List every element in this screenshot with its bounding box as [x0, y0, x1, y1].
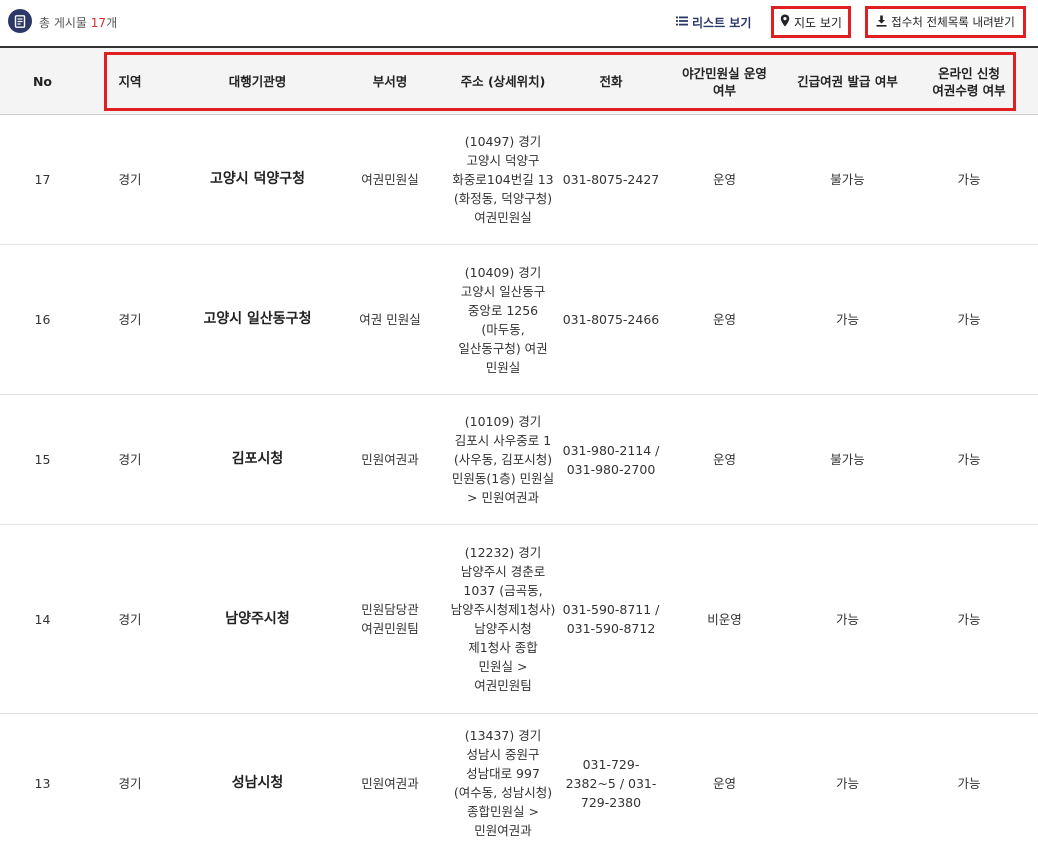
row-address-text: (12232) 경기 남양주시 경춘로 1037 (금곡동, 남양주시청제1청사…: [450, 545, 556, 693]
download-icon: [876, 15, 887, 30]
document-icon: [8, 9, 32, 33]
post-count-prefix: 총 게시물: [39, 16, 91, 30]
row-emergency: 가능: [835, 611, 859, 627]
row-address-text: (13437) 경기 성남시 중원구 성남대로 997 (여수동, 성남시청) …: [453, 728, 553, 838]
row-night: 운영: [712, 775, 736, 791]
row-no: 17: [34, 172, 51, 187]
row-no: 13: [34, 775, 51, 791]
table-row[interactable]: 14 경기 남양주시청 민원담당관 여권민원팀 (12232) 경기 남양주시 …: [0, 525, 1038, 714]
row-phone-text: 031-590-8711 / 031-590-8712: [562, 602, 660, 636]
row-phone: 031-590-8711 / 031-590-8712: [562, 525, 660, 713]
header-online-label: 온라인 신청 여권수령 여부: [932, 65, 1006, 98]
map-view-button[interactable]: 지도 보기: [771, 6, 851, 38]
row-phone: 031-8075-2466: [562, 245, 660, 394]
row-phone-text: 031-8075-2466: [562, 312, 660, 327]
row-phone-text: 031-980-2114 / 031-980-2700: [562, 442, 660, 477]
download-list-label: 접수처 전체목록 내려받기: [891, 15, 1015, 29]
header-dept: 부서명: [372, 74, 408, 89]
row-online: 가능: [957, 775, 981, 791]
row-region: 경기: [118, 611, 142, 627]
row-address: (10497) 경기 고양시 덕양구 화중로104번길 13 (화정동, 덕양구…: [440, 115, 566, 244]
row-night: 비운영: [707, 611, 742, 627]
row-dept-text: 민원여권과: [361, 775, 419, 791]
table-row[interactable]: 16 경기 고양시 일산동구청 여권 민원실 (10409) 경기 고양시 일산…: [0, 245, 1038, 395]
header-address: 주소 (상세위치): [460, 74, 546, 89]
table-row[interactable]: 17 경기 고양시 덕양구청 여권민원실 (10497) 경기 고양시 덕양구 …: [0, 115, 1038, 245]
table-header: No 지역 대행기관명 부서명 주소 (상세위치) 전화 야간민원실 운영 여부…: [0, 46, 1038, 115]
row-night: 운영: [712, 312, 736, 327]
row-region: 경기: [118, 172, 142, 187]
row-emergency: 불가능: [830, 172, 865, 187]
row-dept: 민원여권과: [340, 395, 440, 524]
row-agency: 고양시 일산동구청: [203, 311, 312, 327]
list-view-label: 리스트 보기: [692, 15, 752, 30]
row-address: (10109) 경기 김포시 사우중로 1 (사우동, 김포시청) 민원동(1층…: [440, 395, 566, 524]
row-online: 가능: [957, 452, 981, 467]
map-view-label: 지도 보기: [794, 15, 842, 30]
row-address: (13437) 경기 성남시 중원구 성남대로 997 (여수동, 성남시청) …: [440, 714, 566, 852]
row-online: 가능: [957, 312, 981, 327]
row-agency: 고양시 덕양구청: [209, 171, 306, 187]
row-phone: 031-729- 2382~5 / 031- 729-2380: [562, 714, 660, 852]
row-address: (12232) 경기 남양주시 경춘로 1037 (금곡동, 남양주시청제1청사…: [440, 525, 566, 713]
header-no: No: [32, 74, 53, 89]
row-dept-text: 여권 민원실: [359, 312, 421, 327]
row-dept: 여권 민원실: [340, 245, 440, 394]
row-online: 가능: [957, 172, 981, 187]
row-region: 경기: [118, 312, 142, 327]
row-agency: 성남시청: [231, 774, 284, 791]
list-view-button[interactable]: 리스트 보기: [676, 12, 751, 32]
row-address-text: (10409) 경기 고양시 일산동구 중앙로 1256 (마두동, 일산동구청…: [458, 264, 548, 375]
row-no: 14: [34, 611, 51, 627]
row-dept: 여권민원실: [340, 115, 440, 244]
header-night: 야간민원실 운영 여부: [662, 48, 787, 115]
header-emergency: 긴급여권 발급 여부: [797, 74, 898, 89]
header-region: 지역: [118, 74, 142, 89]
row-phone-text: 031-8075-2427: [562, 172, 660, 187]
row-emergency: 가능: [835, 312, 859, 327]
row-night: 운영: [712, 452, 736, 467]
row-agency: 남양주시청: [225, 610, 290, 627]
row-emergency: 불가능: [830, 452, 865, 467]
row-dept: 민원여권과: [340, 714, 440, 852]
row-phone-text: 031-729- 2382~5 / 031- 729-2380: [565, 756, 657, 810]
header-agency: 대행기관명: [228, 74, 287, 89]
row-emergency: 가능: [835, 775, 859, 791]
row-address: (10409) 경기 고양시 일산동구 중앙로 1256 (마두동, 일산동구청…: [440, 245, 566, 394]
row-online: 가능: [957, 611, 981, 627]
row-dept-text: 민원담당관 여권민원팀: [361, 602, 419, 636]
row-night: 운영: [712, 172, 736, 187]
row-dept-text: 여권민원실: [361, 172, 419, 187]
header-phone: 전화: [599, 74, 623, 89]
row-address-text: (10109) 경기 김포시 사우중로 1 (사우동, 김포시청) 민원동(1층…: [451, 414, 555, 505]
table-row[interactable]: 15 경기 김포시청 민원여권과 (10109) 경기 김포시 사우중로 1 (…: [0, 395, 1038, 525]
row-address-text: (10497) 경기 고양시 덕양구 화중로104번길 13 (화정동, 덕양구…: [452, 134, 554, 225]
header-night-label: 야간민원실 운영 여부: [682, 65, 767, 98]
row-dept: 민원담당관 여권민원팀: [340, 525, 440, 713]
download-list-button[interactable]: 접수처 전체목록 내려받기: [865, 6, 1026, 38]
header-online: 온라인 신청 여권수령 여부: [908, 48, 1030, 115]
row-phone: 031-8075-2427: [562, 115, 660, 244]
row-phone: 031-980-2114 / 031-980-2700: [562, 395, 660, 524]
row-no: 16: [34, 312, 51, 327]
list-icon: [676, 15, 688, 29]
post-count: 총 게시물 17개: [39, 14, 117, 31]
top-bar: 총 게시물 17개 리스트 보기 지도 보기 접수처 전체목록 내려받기: [0, 0, 1038, 46]
row-agency: 김포시청: [231, 451, 284, 467]
post-count-number: 17: [90, 16, 107, 30]
row-region: 경기: [118, 775, 142, 791]
row-dept-text: 민원여권과: [361, 452, 419, 467]
table-row[interactable]: 13 경기 성남시청 민원여권과 (13437) 경기 성남시 중원구 성남대로…: [0, 714, 1038, 852]
post-count-suffix: 개: [106, 16, 118, 30]
map-pin-icon: [780, 14, 790, 30]
row-region: 경기: [118, 452, 142, 467]
row-no: 15: [34, 452, 51, 467]
